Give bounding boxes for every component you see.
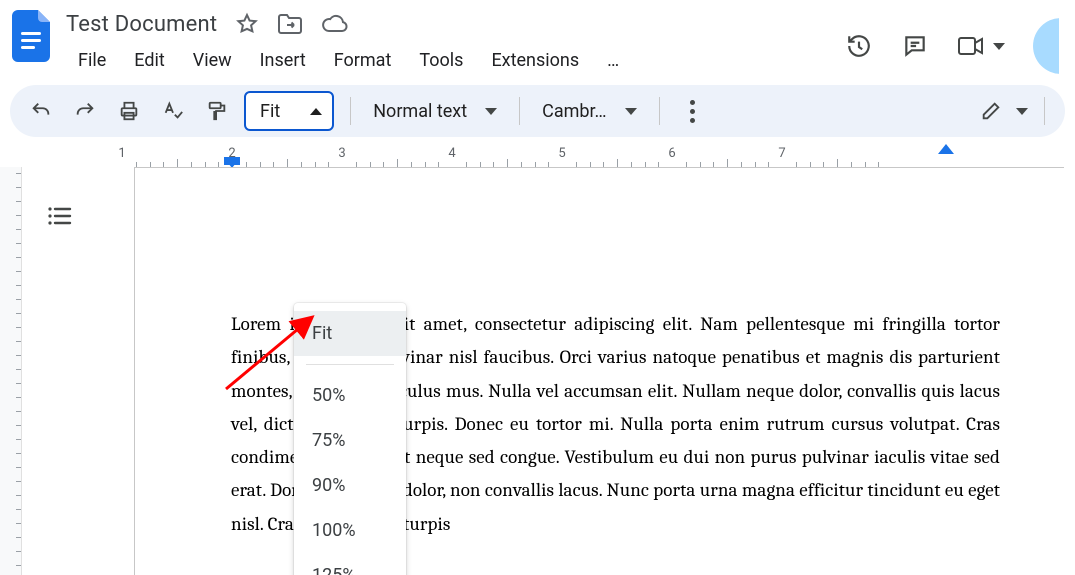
menu-extensions[interactable]: Extensions — [479, 44, 591, 77]
print-button[interactable] — [112, 94, 146, 128]
editing-mode-button[interactable] — [980, 100, 1028, 122]
ruler-number: 6 — [668, 146, 675, 161]
zoom-option[interactable]: 100% — [294, 508, 406, 553]
menu-format[interactable]: Format — [322, 44, 404, 77]
separator — [306, 364, 394, 365]
menu-file[interactable]: File — [66, 44, 118, 77]
account-avatar[interactable] — [1033, 18, 1059, 74]
menu-view[interactable]: View — [181, 44, 244, 77]
caret-down-icon — [625, 108, 637, 115]
ruler-number: 1 — [118, 146, 125, 161]
paint-format-button[interactable] — [200, 94, 234, 128]
move-icon[interactable] — [277, 13, 303, 35]
ruler-number: 4 — [448, 146, 455, 161]
ruler-number: 3 — [338, 146, 345, 161]
zoom-menu: Fit 50%75%90%100%125%150% — [294, 303, 406, 575]
ruler-number: 7 — [778, 146, 785, 161]
toolbar-overflow-button[interactable] — [676, 94, 710, 128]
cloud-status-icon[interactable] — [321, 14, 349, 34]
separator — [659, 97, 660, 125]
document-page[interactable]: Lorem ipsum dolor sit amet, consectetur … — [134, 167, 1064, 575]
zoom-option[interactable]: 90% — [294, 463, 406, 508]
vertical-ruler[interactable] — [0, 167, 22, 575]
right-indent-marker[interactable] — [938, 144, 954, 154]
zoom-value: Fit — [260, 101, 280, 122]
separator — [350, 97, 351, 125]
docs-logo[interactable] — [10, 8, 54, 64]
outline-toggle-button[interactable] — [36, 193, 82, 239]
zoom-option[interactable]: 125% — [294, 553, 406, 575]
zoom-option[interactable]: 75% — [294, 418, 406, 463]
menu-more[interactable]: … — [595, 44, 631, 77]
zoom-option[interactable]: 50% — [294, 373, 406, 418]
toolbar: Fit Normal text Cambr… — [10, 85, 1065, 137]
font-combo[interactable]: Cambr… — [536, 101, 642, 122]
paragraph-style-value: Normal text — [373, 101, 467, 122]
menu-tools[interactable]: Tools — [407, 44, 475, 77]
caret-up-icon — [310, 108, 322, 115]
menu-insert[interactable]: Insert — [248, 44, 318, 77]
horizontal-ruler[interactable]: 1 2 3 4 5 6 7 — [108, 145, 1075, 167]
paragraph-style-combo[interactable]: Normal text — [367, 101, 503, 122]
document-title[interactable]: Test Document — [66, 12, 217, 37]
font-value: Cambr… — [542, 101, 606, 122]
star-icon[interactable] — [235, 12, 259, 36]
history-icon[interactable] — [845, 32, 873, 60]
caret-down-icon — [485, 108, 497, 115]
meet-icon[interactable] — [957, 32, 1005, 60]
separator — [1044, 97, 1045, 125]
undo-button[interactable] — [24, 94, 58, 128]
ruler-number: 5 — [558, 146, 565, 161]
menu-bar: File Edit View Insert Format Tools Exten… — [66, 40, 845, 77]
ruler-number: 2 — [228, 146, 235, 161]
zoom-combo[interactable]: Fit — [244, 91, 334, 131]
separator — [519, 97, 520, 125]
spellcheck-button[interactable] — [156, 94, 190, 128]
menu-edit[interactable]: Edit — [122, 44, 176, 77]
caret-down-icon — [1016, 108, 1028, 115]
comments-icon[interactable] — [901, 32, 929, 60]
zoom-option-fit[interactable]: Fit — [294, 311, 406, 356]
redo-button[interactable] — [68, 94, 102, 128]
